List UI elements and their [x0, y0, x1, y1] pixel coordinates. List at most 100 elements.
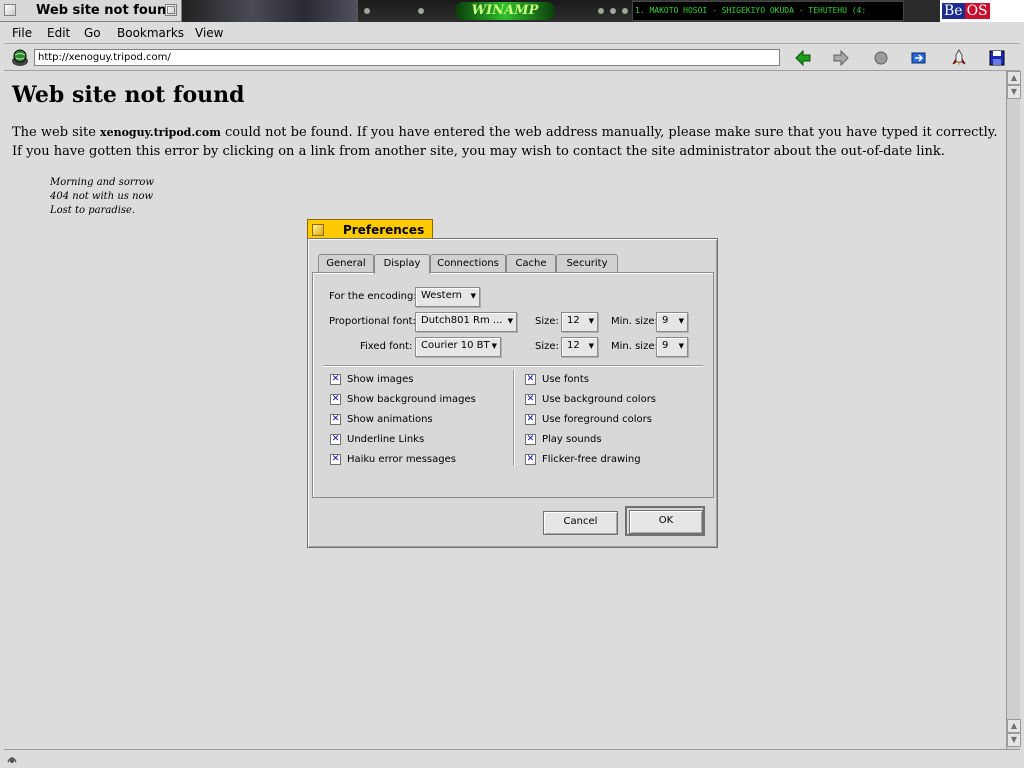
- beos-logo[interactable]: Be OS: [942, 2, 990, 20]
- beos-logo-os: OS: [964, 3, 990, 19]
- track-title: 1. MAKOTO HOSOI - SHIGEKIYO OKUDA - TEHU…: [632, 1, 904, 21]
- menu-go[interactable]: Go: [84, 26, 101, 40]
- chevron-down-icon: ▼: [678, 342, 684, 350]
- checkbox-label: Use foreground colors: [542, 414, 652, 425]
- checkbox-label: Underline Links: [347, 434, 425, 445]
- window-title: Web site not found: [36, 3, 176, 18]
- flicker-free-drawing-checkbox[interactable]: ✕: [525, 454, 536, 465]
- fixed-font-select[interactable]: Courier 10 BT ▼: [415, 337, 501, 357]
- menu-edit[interactable]: Edit: [47, 26, 70, 40]
- checkbox-label: Show background images: [347, 394, 476, 405]
- checkbox-label: Show images: [347, 374, 414, 385]
- forward-arrow-icon[interactable]: [832, 49, 850, 67]
- min-size-value: 9: [662, 315, 669, 326]
- scroll-up-icon[interactable]: ▲: [1007, 71, 1021, 85]
- close-icon[interactable]: [4, 4, 16, 16]
- fixed-min-size-select[interactable]: 9 ▼: [656, 337, 688, 357]
- checkbox-label: Haiku error messages: [347, 454, 456, 465]
- vertical-scrollbar[interactable]: ▲ ▼ ▲ ▼: [1006, 71, 1021, 749]
- chevron-down-icon: ▼: [470, 292, 476, 300]
- checkbox-label: Use background colors: [542, 394, 657, 405]
- scroll-up-icon[interactable]: ▲: [1007, 719, 1021, 733]
- message-text-start: The web site: [12, 125, 101, 140]
- size-label: Size:: [535, 341, 559, 352]
- chevron-down-icon: ▼: [507, 317, 513, 325]
- home-icon[interactable]: [910, 49, 928, 67]
- globe-icon: [12, 49, 28, 66]
- show-images-checkbox[interactable]: ✕: [330, 374, 341, 385]
- poem-line: Lost to paradise.: [50, 205, 136, 216]
- tab-display[interactable]: Display: [374, 254, 430, 274]
- proportional-font-select[interactable]: Dutch801 Rm ... ▼: [415, 312, 517, 332]
- back-arrow-icon[interactable]: [794, 49, 812, 67]
- url-input[interactable]: http://xenoguy.tripod.com/: [34, 49, 780, 66]
- winamp-minimize-icon[interactable]: [598, 8, 604, 14]
- poem-line: 404 not with us now: [50, 191, 154, 202]
- menu-bookmarks[interactable]: Bookmarks: [117, 26, 184, 40]
- rocket-icon[interactable]: [950, 49, 968, 67]
- encoding-value: Western: [421, 290, 463, 301]
- zoom-icon[interactable]: [165, 4, 177, 16]
- underline-links-checkbox[interactable]: ✕: [330, 434, 341, 445]
- checkbox-label: Flicker-free drawing: [542, 454, 641, 465]
- divider: [513, 370, 515, 466]
- tab-connections[interactable]: Connections: [430, 254, 506, 273]
- winamp-logo: WINAMP: [455, 2, 555, 20]
- ok-button[interactable]: OK: [629, 510, 703, 534]
- encoding-select[interactable]: Western ▼: [415, 287, 480, 307]
- divider: [323, 365, 703, 367]
- min-size-label: Min. size:: [611, 341, 658, 352]
- winamp-menu-icon[interactable]: [364, 8, 370, 14]
- winamp-option-icon[interactable]: [418, 8, 424, 14]
- use-background-colors-checkbox[interactable]: ✕: [525, 394, 536, 405]
- scroll-down-icon[interactable]: ▼: [1007, 733, 1021, 747]
- encoding-label: For the encoding:: [329, 291, 417, 302]
- min-size-label: Min. size:: [611, 316, 658, 327]
- use-foreground-colors-checkbox[interactable]: ✕: [525, 414, 536, 425]
- menu-view[interactable]: View: [195, 26, 223, 40]
- min-size-value: 9: [662, 340, 669, 351]
- window-tab[interactable]: Web site not found: [0, 0, 182, 22]
- tab-general[interactable]: General: [318, 254, 374, 273]
- winamp-controls[interactable]: [904, 0, 940, 22]
- cancel-button[interactable]: Cancel: [543, 511, 618, 535]
- size-label: Size:: [535, 316, 559, 327]
- chevron-down-icon: ▼: [588, 317, 594, 325]
- play-sounds-checkbox[interactable]: ✕: [525, 434, 536, 445]
- fixed-size-select[interactable]: 12 ▼: [561, 337, 598, 357]
- tab-security[interactable]: Security: [556, 254, 618, 273]
- chevron-down-icon: ▼: [491, 342, 497, 350]
- beos-logo-be: Be: [942, 3, 965, 19]
- haiku-error-messages-checkbox[interactable]: ✕: [330, 454, 341, 465]
- dialog-title: Preferences: [343, 223, 425, 237]
- checkbox-label: Show animations: [347, 414, 433, 425]
- checkbox-label: Play sounds: [542, 434, 602, 445]
- dialog-title-tab[interactable]: Preferences: [307, 219, 433, 240]
- close-icon[interactable]: [312, 224, 324, 236]
- site-name: xenoguy.tripod.com: [100, 126, 221, 139]
- show-background-images-checkbox[interactable]: ✕: [330, 394, 341, 405]
- tab-cache[interactable]: Cache: [506, 254, 556, 273]
- stop-icon[interactable]: [872, 49, 890, 67]
- winamp-shade-icon[interactable]: [610, 8, 616, 14]
- size-value: 12: [567, 340, 580, 351]
- show-animations-checkbox[interactable]: ✕: [330, 414, 341, 425]
- save-disk-icon[interactable]: [988, 49, 1006, 67]
- use-fonts-checkbox[interactable]: ✕: [525, 374, 536, 385]
- chevron-down-icon: ▼: [588, 342, 594, 350]
- haiku-poem: Morning and sorrow 404 not with us now L…: [50, 176, 154, 218]
- checkbox-label: Use fonts: [542, 374, 589, 385]
- scroll-down-icon[interactable]: ▼: [1007, 85, 1021, 99]
- fixed-font-value: Courier 10 BT: [421, 340, 490, 351]
- proportional-font-value: Dutch801 Rm ...: [421, 315, 503, 326]
- menu-file[interactable]: File: [12, 26, 32, 40]
- menu-bar: File Edit Go Bookmarks View: [4, 22, 1020, 44]
- winamp-close-icon[interactable]: [622, 8, 628, 14]
- proportional-min-size-select[interactable]: 9 ▼: [656, 312, 688, 332]
- proportional-size-select[interactable]: 12 ▼: [561, 312, 598, 332]
- fixed-font-label: Fixed font:: [360, 341, 413, 352]
- proportional-font-label: Proportional font:: [329, 316, 416, 327]
- desktop-background: [182, 0, 357, 22]
- page-heading: Web site not found: [12, 82, 245, 108]
- status-bar: [4, 749, 1020, 765]
